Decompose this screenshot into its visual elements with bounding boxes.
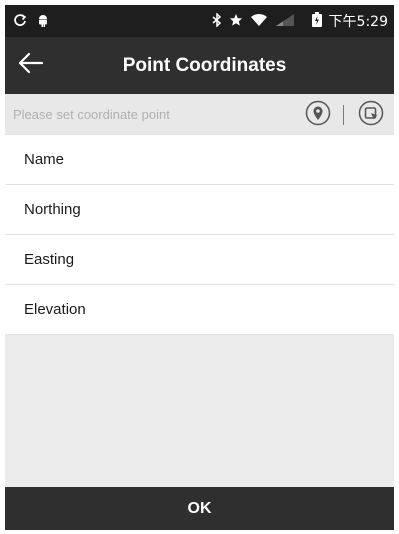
easting-field[interactable]: Easting xyxy=(5,235,394,285)
name-field[interactable]: Name xyxy=(5,135,394,185)
select-point-button[interactable] xyxy=(357,100,385,131)
app-toolbar: Point Coordinates xyxy=(5,37,394,94)
set-point-bar: Please set coordinate point xyxy=(5,94,394,135)
status-bar-right: 下午5:29 xyxy=(212,11,394,31)
battery-icon xyxy=(311,12,322,30)
elevation-field[interactable]: Elevation xyxy=(5,285,394,335)
star-icon xyxy=(229,13,243,30)
get-location-button[interactable] xyxy=(304,100,332,131)
signal-icon xyxy=(275,13,295,30)
bluetooth-icon xyxy=(212,11,222,30)
android-icon xyxy=(37,13,49,30)
field-label-easting: Easting xyxy=(24,251,75,268)
field-label-name: Name xyxy=(24,151,65,168)
app-screen: 下午5:29 Point Coordinates Please set coor… xyxy=(5,5,394,530)
set-point-placeholder: Please set coordinate point xyxy=(13,107,170,122)
field-label-northing: Northing xyxy=(24,201,81,218)
empty-content-area xyxy=(5,335,394,487)
status-time: 下午5:29 xyxy=(328,14,388,30)
map-pin-icon xyxy=(305,100,331,131)
status-bar-left xyxy=(5,13,49,30)
wifi-icon xyxy=(250,13,268,30)
coordinate-fields: Name Northing Easting Elevation xyxy=(5,135,394,335)
field-label-elevation: Elevation xyxy=(24,301,86,318)
status-bar: 下午5:29 xyxy=(5,5,394,37)
select-from-list-icon xyxy=(358,100,384,131)
ok-button[interactable]: OK xyxy=(5,487,394,530)
page-title: Point Coordinates xyxy=(122,55,287,76)
set-point-divider xyxy=(343,105,344,125)
northing-field[interactable]: Northing xyxy=(5,185,394,235)
sync-icon xyxy=(13,13,27,30)
